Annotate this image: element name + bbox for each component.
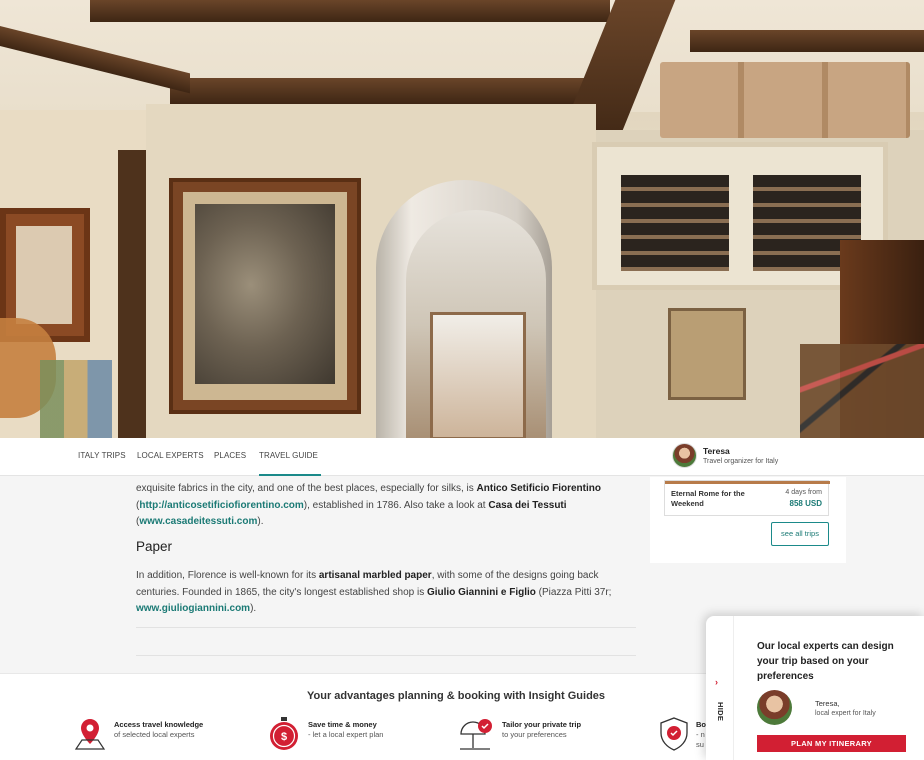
advantages-title: Your advantages planning & booking with … [307,690,606,702]
tab-local-experts[interactable]: LOCAL EXPERTS [137,438,204,476]
shop-link[interactable]: www.giuliogiannini.com [136,603,250,614]
map-pin-icon [74,719,106,750]
shop-name: Antico Setificio Fiorentino [476,483,601,494]
text: (Piazza Pitti 37r; [535,586,612,598]
trip-name: Eternal Rome for the Weekend [671,489,745,508]
shop-name: Casa dei Tessuti [488,499,567,511]
tab-travel-guide[interactable]: TRAVEL GUIDE [259,438,321,476]
advantage-item: Bo - n su [656,716,706,756]
advantage-subtitle: su [696,740,704,749]
text: ), established in 1786. Also take a look… [303,499,489,511]
article-paragraph: exquisite fabrics in the city, and one o… [136,481,636,531]
trip-card[interactable]: Eternal Rome for the Weekend 4 days from… [664,480,830,516]
advantage-subtitle: - n [696,730,705,739]
hero-boxes [660,62,910,138]
section-heading: Paper [136,539,173,554]
text: ). [257,516,264,527]
text: ). [250,603,257,614]
article-paragraph: In addition, Florence is well-known for … [136,568,636,618]
trip-image-strip [665,481,830,484]
advantage-title: Tailor your private trip [502,720,582,729]
hero-brushes [800,344,924,440]
svg-text:$: $ [281,731,287,743]
highlight: artisanal marbled paper [318,570,432,581]
stopwatch-icon: $ [270,717,298,750]
hero-door-frame [118,150,146,440]
hide-popup-button[interactable]: › HIDE [706,616,734,760]
hero-image [0,0,924,440]
text: exquisite fabrics in the city, and one o… [136,483,477,494]
expert-popup: › HIDE Our local experts can design your… [706,616,924,760]
advantage-title: Access travel knowledge [114,720,204,729]
hide-label: HIDE [716,702,725,722]
shop-link[interactable]: www.casadeitessuti.com [139,516,257,527]
advantage-item: Tailor your private trip to your prefere… [458,716,598,756]
advantage-title: Bo [696,720,706,729]
organizer-name: Teresa [703,446,730,456]
popup-message: Our local experts can design your trip b… [757,641,894,682]
text: In addition, Florence is well-known for … [136,570,319,581]
shop-name: Giulio Giannini e Figlio [426,586,536,598]
hero-tiles [40,360,112,440]
advantage-subtitle: of selected local experts [114,730,195,739]
trip-price: 858 USD [789,499,822,508]
umbrella-heart-icon [460,719,492,750]
advantage-item: $ Save time & money - let a local expert… [266,716,406,756]
hero-beam [690,30,924,52]
avatar [672,443,697,468]
advantage-item: Access travel knowledge of selected loca… [72,716,222,756]
tab-italy-trips[interactable]: ITALY TRIPS [78,438,126,476]
hero-beam [170,78,590,104]
hero-beam [90,0,610,22]
advantage-subtitle: - let a local expert plan [308,730,384,739]
advantage-subtitle: to your preferences [502,730,567,739]
trip-duration: 4 days from [785,489,822,496]
chevron-right-icon: › [715,677,718,687]
section-nav: ITALY TRIPS LOCAL EXPERTS PLACES TRAVEL … [0,438,924,476]
hero-arch-door [430,312,526,440]
shop-link[interactable]: http://anticosetificiofiorentino.com [139,500,303,511]
advantage-title: Save time & money [308,720,377,729]
hero-portrait [169,178,361,414]
tab-places[interactable]: PLACES [214,438,246,476]
divider [136,655,636,656]
plan-itinerary-button[interactable]: PLAN MY ITINERARY [757,735,906,752]
see-all-trips-button[interactable]: see all trips [771,522,829,546]
divider [136,627,636,628]
expert-name: Teresa, [815,699,840,708]
organizer-role: Travel organizer for Italy [703,458,779,465]
hero-sign [668,308,746,400]
expert-role: local expert for Italy [815,710,876,717]
shield-heart-icon [660,717,688,751]
avatar [757,690,792,725]
